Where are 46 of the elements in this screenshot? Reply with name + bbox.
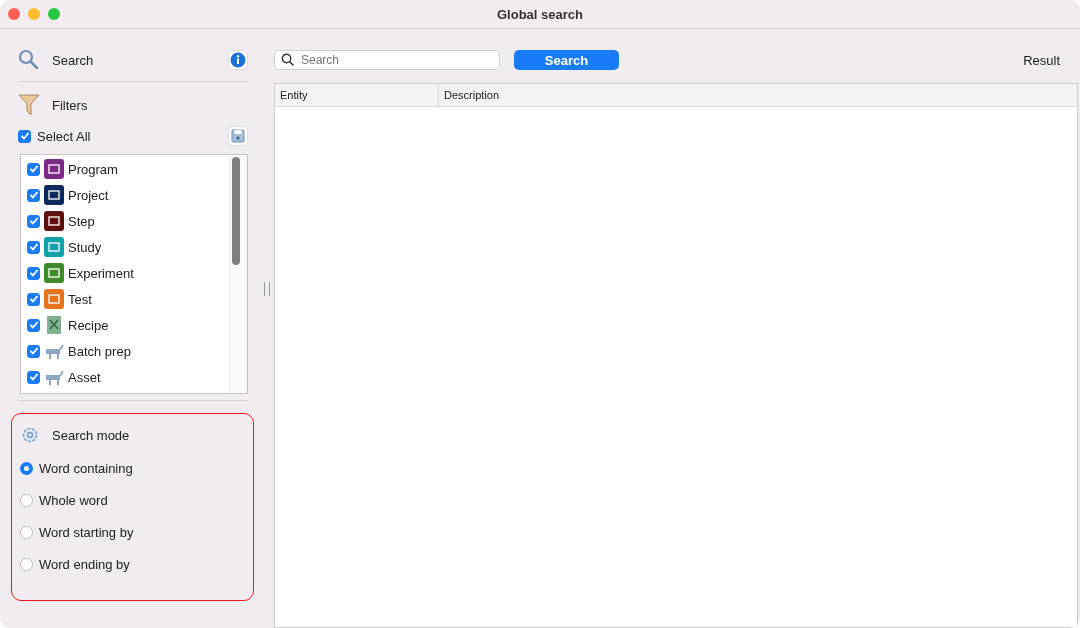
checkbox[interactable] [27,240,40,254]
search-icon [18,49,40,71]
list-item-label[interactable]: Program [68,161,118,177]
search-button[interactable]: Search [514,50,619,70]
list-item-label[interactable]: Batch prep [68,343,131,359]
radio-label: Word starting by [39,524,134,540]
column-header[interactable]: Description [439,84,500,106]
radio-button[interactable] [20,525,33,539]
list-item-label[interactable]: Study [68,239,102,255]
radio-button[interactable] [20,461,33,475]
list-item-label[interactable]: Project [68,187,109,203]
checkbox[interactable] [27,344,40,358]
list-item-label[interactable]: Recipe [68,317,109,333]
scrollbar[interactable] [229,155,247,393]
section-label: Filters [52,97,89,113]
checkbox[interactable] [18,129,31,143]
splitter-handle[interactable] [264,281,270,296]
info-icon[interactable] [228,50,248,70]
radio-label: Word containing [39,460,133,476]
radio-label: Word ending by [39,556,130,572]
window-title: Global search [497,6,583,22]
section-label: Search [52,52,95,68]
radio-button[interactable] [20,493,33,507]
close-button[interactable] [8,8,20,20]
checkbox-label: Select All [37,128,92,144]
radio-button[interactable] [20,557,33,571]
list-item-label[interactable]: Asset [68,369,101,385]
save-icon[interactable] [228,126,248,146]
checkbox[interactable] [27,214,40,228]
checkbox[interactable] [27,162,40,176]
checkbox[interactable] [27,188,40,202]
section-label: Search mode [52,427,131,443]
radio-label: Whole word [39,492,108,508]
search-field[interactable]: Search [274,50,500,70]
search-icon [281,53,295,67]
checkbox[interactable] [27,370,40,384]
column-header[interactable]: Entity [275,84,439,106]
checkbox[interactable] [27,266,40,280]
checkbox[interactable] [27,318,40,332]
list-item-label[interactable]: Step [68,213,95,229]
funnel-icon [18,93,40,117]
gear-icon [20,425,40,445]
checkbox[interactable] [27,292,40,306]
result-label: Result [1023,52,1060,68]
list-item-label[interactable]: Test [68,291,92,307]
list-item-label[interactable]: Experiment [68,265,134,281]
